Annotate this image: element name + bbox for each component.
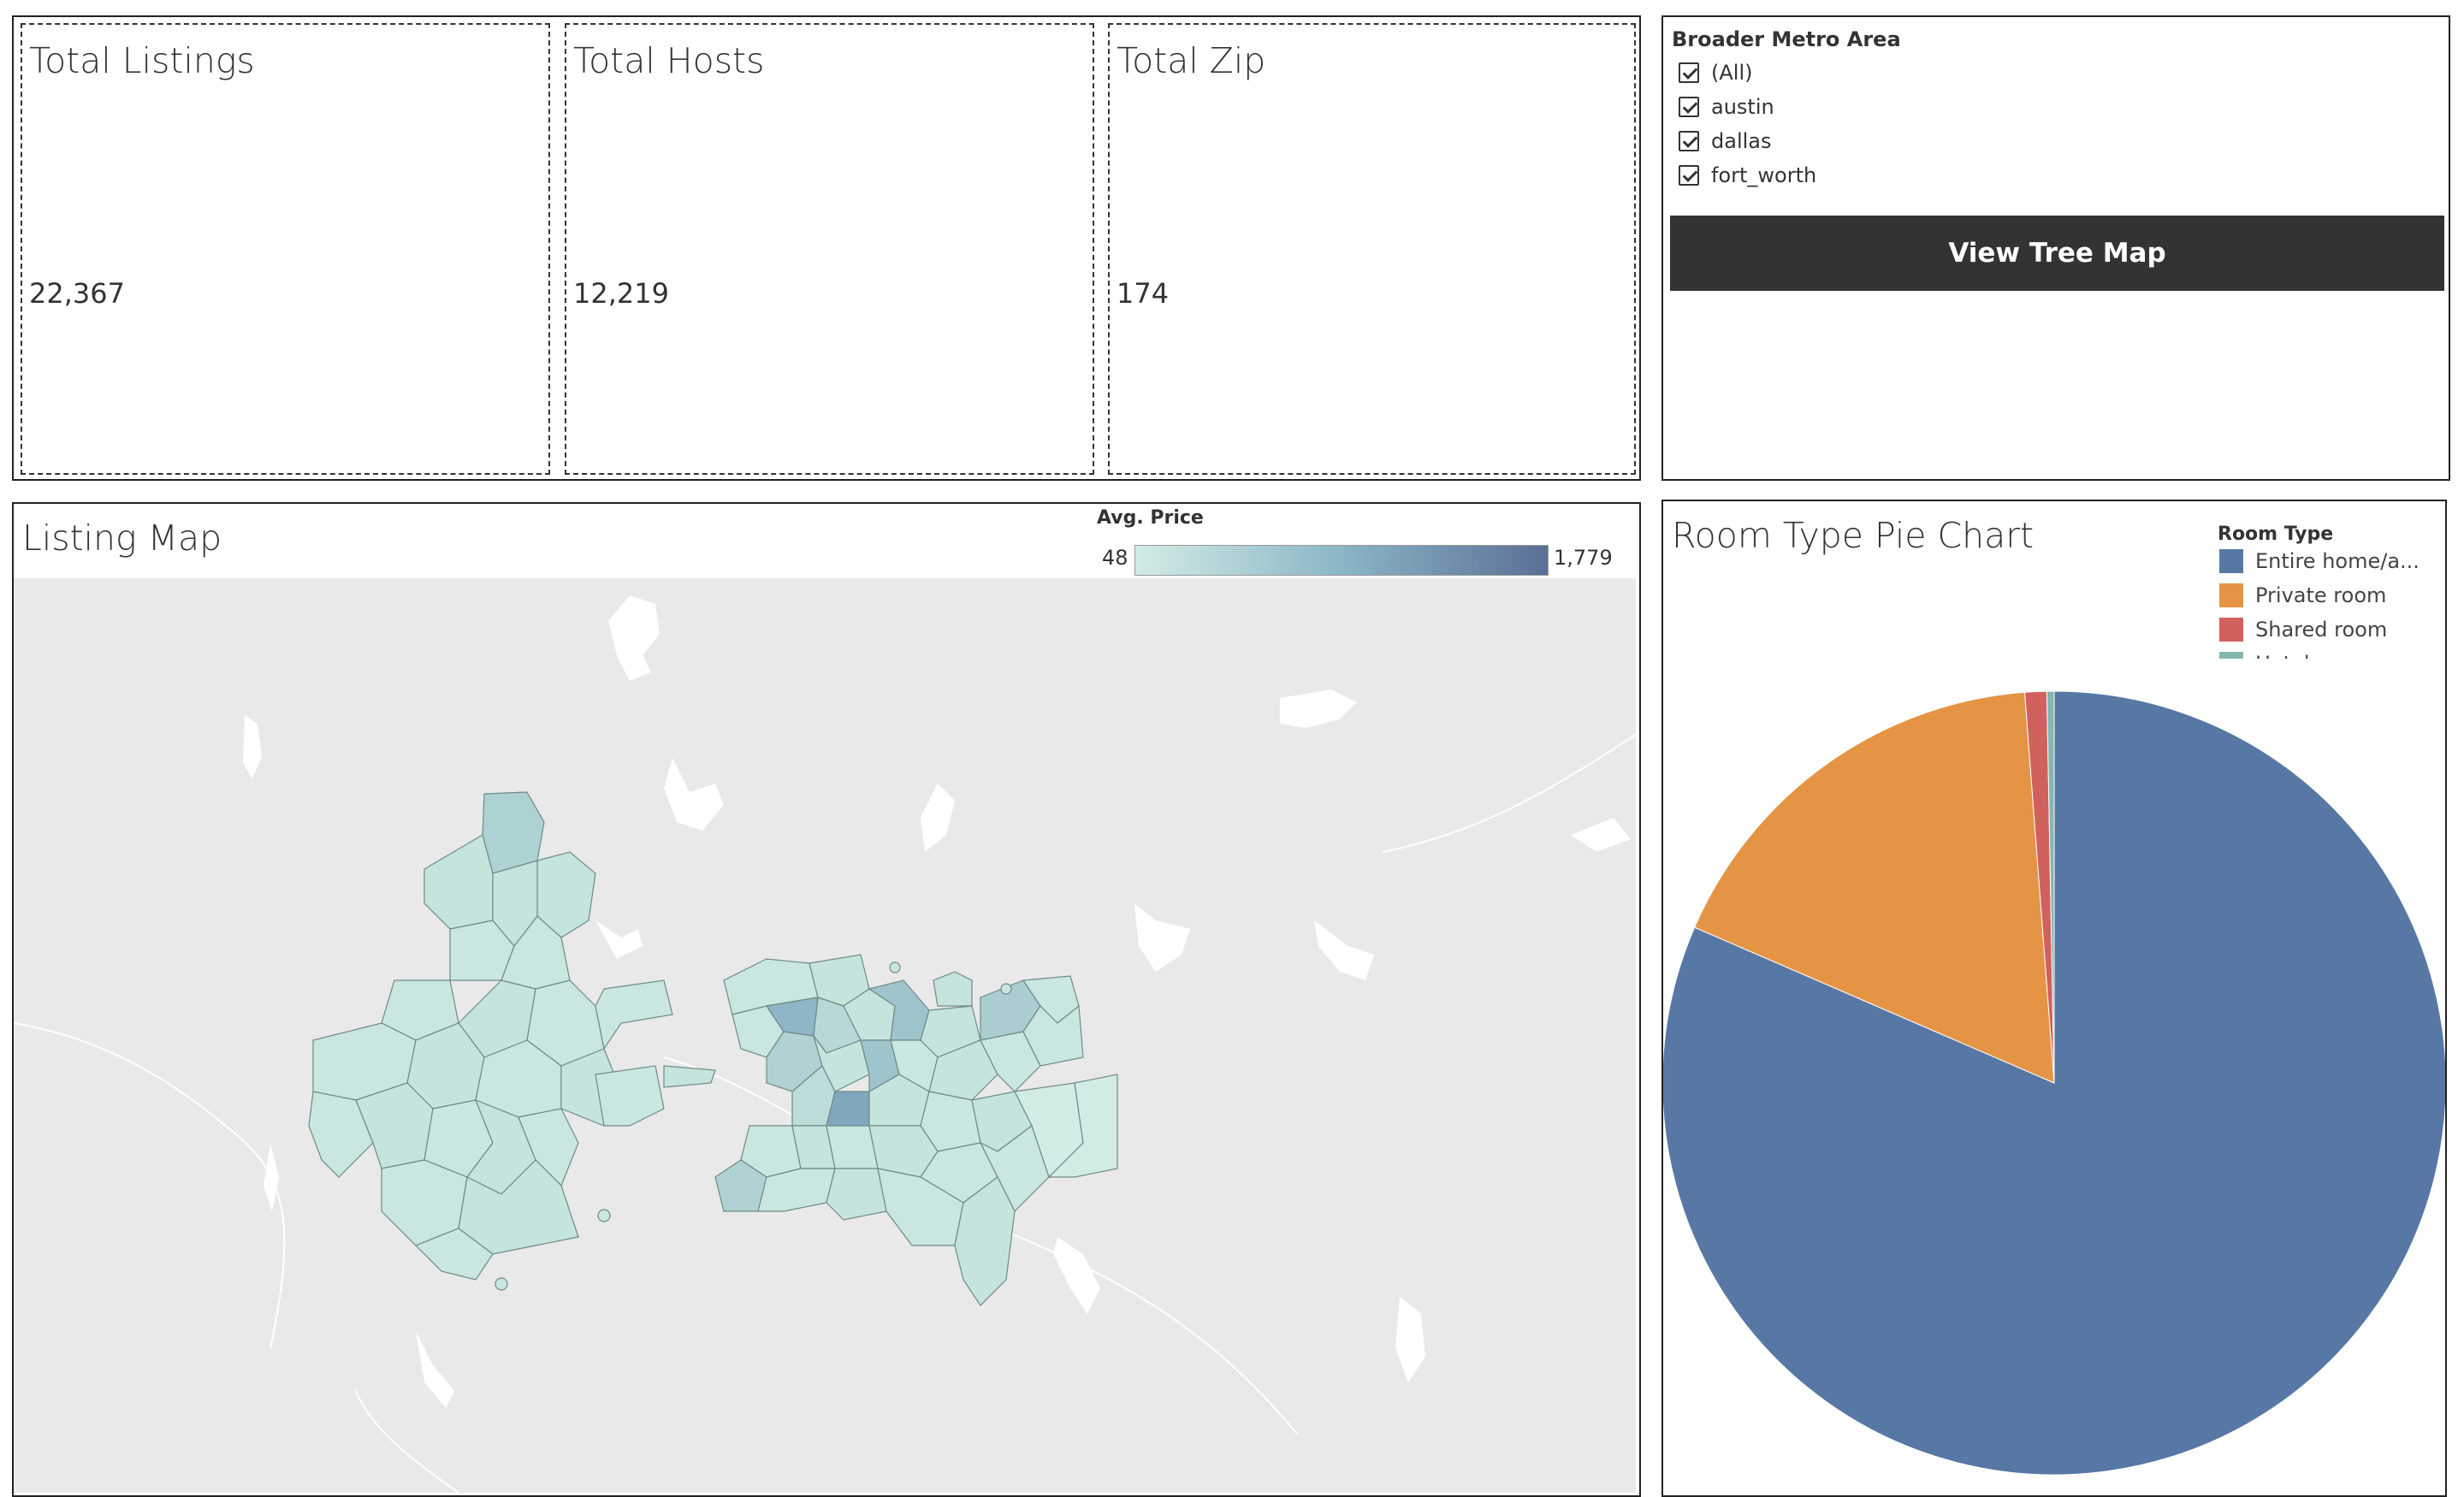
checkbox-icon[interactable] xyxy=(1679,131,1699,151)
price-legend-title: Avg. Price xyxy=(1097,507,1204,529)
total-hosts-card: Total Hosts 12,219 xyxy=(565,23,1094,475)
map-svg[interactable] xyxy=(14,578,1636,1493)
fort-worth-zip-regions[interactable] xyxy=(308,791,716,1281)
total-listings-title: Total Listings xyxy=(29,40,255,81)
filter-option-label: dallas xyxy=(1711,129,1772,153)
price-legend-min: 48 xyxy=(1102,546,1128,570)
map-title: Listing Map xyxy=(22,518,222,559)
price-legend-max: 1,779 xyxy=(1554,546,1613,570)
checkbox-icon[interactable] xyxy=(1679,97,1699,117)
total-listings-value: 22,367 xyxy=(29,277,125,310)
filter-option-fort-worth[interactable]: fort_worth xyxy=(1679,158,1816,192)
listing-map-panel: Listing Map Avg. Price 48 1,779 xyxy=(12,502,1641,1497)
total-zip-card: Total Zip 174 xyxy=(1108,23,1636,475)
total-hosts-value: 12,219 xyxy=(573,277,669,310)
filter-option-label: austin xyxy=(1711,95,1774,119)
filter-title: Broader Metro Area xyxy=(1672,27,1901,51)
metro-filter-panel: Broader Metro Area (All) austin dallas f… xyxy=(1661,15,2450,481)
view-tree-map-button[interactable]: View Tree Map xyxy=(1670,216,2444,291)
kpi-panel: Total Listings 22,367 Total Hosts 12,219… xyxy=(12,15,1641,481)
filter-option-label: fort_worth xyxy=(1711,163,1817,187)
checkbox-icon[interactable] xyxy=(1679,165,1699,186)
map-canvas[interactable] xyxy=(14,578,1636,1493)
room-type-pie-panel: Room Type Pie Chart Room Type Entire hom… xyxy=(1661,500,2447,1497)
total-zip-title: Total Zip xyxy=(1116,40,1266,81)
filter-option-all[interactable]: (All) xyxy=(1679,56,1752,90)
pie-chart[interactable] xyxy=(1663,501,2447,1497)
total-zip-value: 174 xyxy=(1116,277,1170,310)
filter-option-austin[interactable]: austin xyxy=(1679,90,1774,124)
total-listings-card: Total Listings 22,367 xyxy=(21,23,550,475)
filter-option-dallas[interactable]: dallas xyxy=(1679,124,1772,158)
price-color-ramp xyxy=(1134,545,1549,576)
filter-option-label: (All) xyxy=(1711,61,1753,85)
checkbox-icon[interactable] xyxy=(1679,62,1699,83)
total-hosts-title: Total Hosts xyxy=(573,40,765,81)
